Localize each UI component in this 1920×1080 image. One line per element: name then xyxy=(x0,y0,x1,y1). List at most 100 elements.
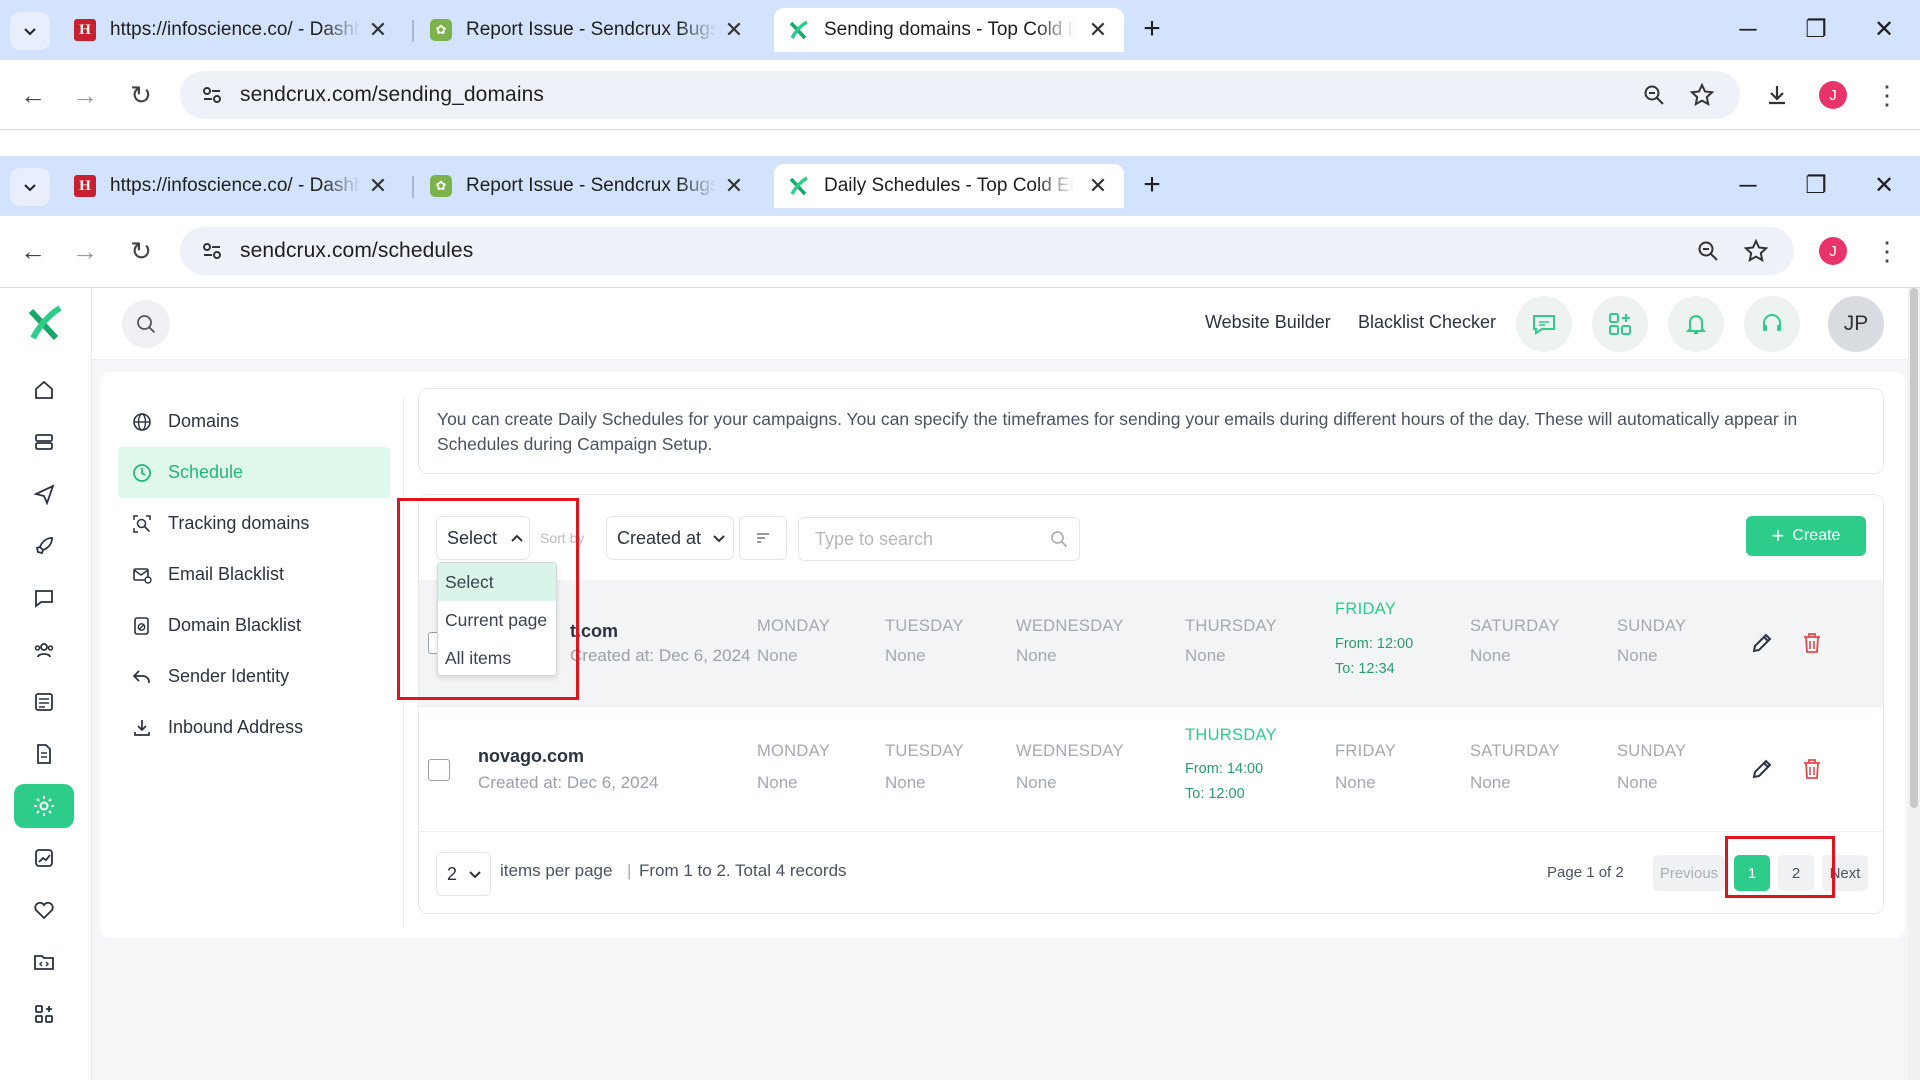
per-page-select[interactable]: 2 xyxy=(436,852,491,896)
schedule-search-input[interactable]: Type to search xyxy=(798,517,1080,561)
close-icon[interactable]: ✕ xyxy=(722,173,746,199)
sort-field-dropdown[interactable]: Created at xyxy=(606,516,734,560)
rocket-icon[interactable] xyxy=(14,524,74,568)
website-builder-link[interactable]: Website Builder xyxy=(1205,312,1331,333)
front-tab-2[interactable]: ✿ Report Issue - Sendcrux Bugs Tracker ✕ xyxy=(416,164,760,208)
feedback-icon[interactable] xyxy=(1516,296,1572,352)
menu-item-schedule[interactable]: Schedule xyxy=(118,447,390,498)
add-app-icon[interactable] xyxy=(1592,296,1648,352)
back-toolbar: ← → ↻ sendcrux.com/sending_domains J ⋮ xyxy=(0,60,1920,130)
page-indicator: Page 1 of 2 xyxy=(1547,864,1624,881)
back-tab-1[interactable]: H https://infoscience.co/ - Dashboard ✕ xyxy=(60,8,404,52)
reload-button[interactable]: ↻ xyxy=(120,230,162,272)
create-schedule-button[interactable]: + Create xyxy=(1746,516,1866,556)
back-tab-strip: H https://infoscience.co/ - Dashboard ✕ … xyxy=(0,0,1920,60)
minimize-button[interactable]: ─ xyxy=(1718,8,1778,52)
delete-trash-icon[interactable] xyxy=(1801,757,1823,786)
downloads-icon[interactable] xyxy=(1756,74,1798,116)
menu-item-sender-identity[interactable]: Sender Identity xyxy=(118,651,390,702)
menu-item-domains[interactable]: Domains xyxy=(118,396,390,447)
apps-icon[interactable] xyxy=(14,992,74,1036)
heart-handshake-icon[interactable] xyxy=(14,888,74,932)
reload-button[interactable]: ↻ xyxy=(120,74,162,116)
menu-item-inbound-address[interactable]: Inbound Address xyxy=(118,702,390,753)
document-icon[interactable] xyxy=(14,732,74,776)
settings-gear-icon[interactable] xyxy=(14,784,74,828)
sendcrux-favicon-icon xyxy=(788,175,810,197)
menu-item-email-blacklist[interactable]: Email Blacklist xyxy=(118,549,390,600)
close-window-button[interactable]: ✕ xyxy=(1854,164,1914,208)
new-tab-button[interactable]: + xyxy=(1134,168,1170,202)
back-button[interactable]: ← xyxy=(12,230,54,272)
tab-search-button[interactable] xyxy=(10,12,50,50)
sort-order-button[interactable] xyxy=(739,516,787,560)
edit-pencil-icon[interactable] xyxy=(1750,631,1774,660)
back-address-bar[interactable]: sendcrux.com/sending_domains xyxy=(180,71,1740,119)
site-settings-icon[interactable] xyxy=(192,75,232,115)
back-tab-3-active[interactable]: Sending domains - Top Cold Email ✕ xyxy=(774,8,1124,52)
users-icon[interactable] xyxy=(14,628,74,672)
left-icon-rail xyxy=(0,288,92,1080)
forward-button[interactable]: → xyxy=(64,74,106,116)
servers-icon[interactable] xyxy=(14,420,74,464)
menu-item-domain-blacklist[interactable]: Domain Blacklist xyxy=(118,600,390,651)
back-button[interactable]: ← xyxy=(12,74,54,116)
forward-button[interactable]: → xyxy=(64,230,106,272)
user-avatar[interactable]: JP xyxy=(1828,296,1884,352)
front-tab-1[interactable]: H https://infoscience.co/ - Dashboard ✕ xyxy=(60,164,404,208)
chat-icon[interactable] xyxy=(14,576,74,620)
support-headset-icon[interactable] xyxy=(1744,296,1800,352)
close-icon[interactable]: ✕ xyxy=(1086,173,1110,199)
chevron-down-icon xyxy=(24,184,36,192)
site-settings-icon[interactable] xyxy=(192,231,232,271)
send-icon[interactable] xyxy=(14,472,74,516)
restore-button[interactable]: ❐ xyxy=(1786,164,1846,208)
front-address-bar[interactable]: sendcrux.com/schedules xyxy=(180,227,1794,275)
profile-avatar[interactable]: J xyxy=(1812,230,1854,272)
app-top-bar: Website Builder Blacklist Checker JP xyxy=(92,288,1920,360)
code-folder-icon[interactable] xyxy=(14,940,74,984)
analytics-icon[interactable] xyxy=(14,836,74,880)
bug-favicon-icon: ✿ xyxy=(430,175,452,197)
chevron-down-icon xyxy=(24,28,36,36)
profile-avatar[interactable]: J xyxy=(1812,74,1854,116)
close-icon[interactable]: ✕ xyxy=(722,17,746,43)
close-icon[interactable]: ✕ xyxy=(1086,17,1110,43)
table-row[interactable] xyxy=(419,706,1883,832)
h-favicon-icon: H xyxy=(74,175,96,197)
previous-page-button[interactable]: Previous xyxy=(1653,855,1725,891)
blacklist-checker-link[interactable]: Blacklist Checker xyxy=(1358,312,1496,333)
bell-icon[interactable] xyxy=(1668,296,1724,352)
browser-menu-icon[interactable]: ⋮ xyxy=(1866,74,1908,116)
zoom-icon[interactable] xyxy=(1688,231,1728,271)
home-icon[interactable] xyxy=(14,368,74,412)
browser-menu-icon[interactable]: ⋮ xyxy=(1866,230,1908,272)
record-range-text: From 1 to 2. Total 4 records xyxy=(639,861,847,880)
close-window-button[interactable]: ✕ xyxy=(1854,8,1914,52)
zoom-icon[interactable] xyxy=(1634,75,1674,115)
menu-item-tracking-domains[interactable]: Tracking domains xyxy=(118,498,390,549)
close-icon[interactable]: ✕ xyxy=(366,173,390,199)
table-row[interactable] xyxy=(419,580,1883,706)
sendcrux-logo-icon[interactable] xyxy=(26,304,64,347)
restore-button[interactable]: ❐ xyxy=(1786,8,1846,52)
bookmark-star-icon[interactable] xyxy=(1682,75,1722,115)
schedule-info-box: You can create Daily Schedules for your … xyxy=(418,388,1884,474)
front-tab-3-active[interactable]: Daily Schedules - Top Cold Email ✕ xyxy=(774,164,1124,208)
close-icon[interactable]: ✕ xyxy=(366,17,390,43)
sendcrux-favicon-icon xyxy=(788,19,810,41)
download-tray-icon xyxy=(130,716,154,740)
sort-lines-icon xyxy=(757,533,769,543)
tracking-search-icon xyxy=(130,512,154,536)
row-checkbox[interactable] xyxy=(428,759,450,781)
delete-trash-icon[interactable] xyxy=(1801,631,1823,660)
tab-search-button[interactable] xyxy=(10,168,50,206)
page-scrollbar[interactable] xyxy=(1908,288,1920,1080)
back-tab-2[interactable]: ✿ Report Issue - Sendcrux Bugs Tracker ✕ xyxy=(416,8,760,52)
new-tab-button[interactable]: + xyxy=(1134,12,1170,46)
bookmark-star-icon[interactable] xyxy=(1736,231,1776,271)
global-search-button[interactable] xyxy=(122,300,170,348)
minimize-button[interactable]: ─ xyxy=(1718,164,1778,208)
edit-pencil-icon[interactable] xyxy=(1750,757,1774,786)
list-box-icon[interactable] xyxy=(14,680,74,724)
